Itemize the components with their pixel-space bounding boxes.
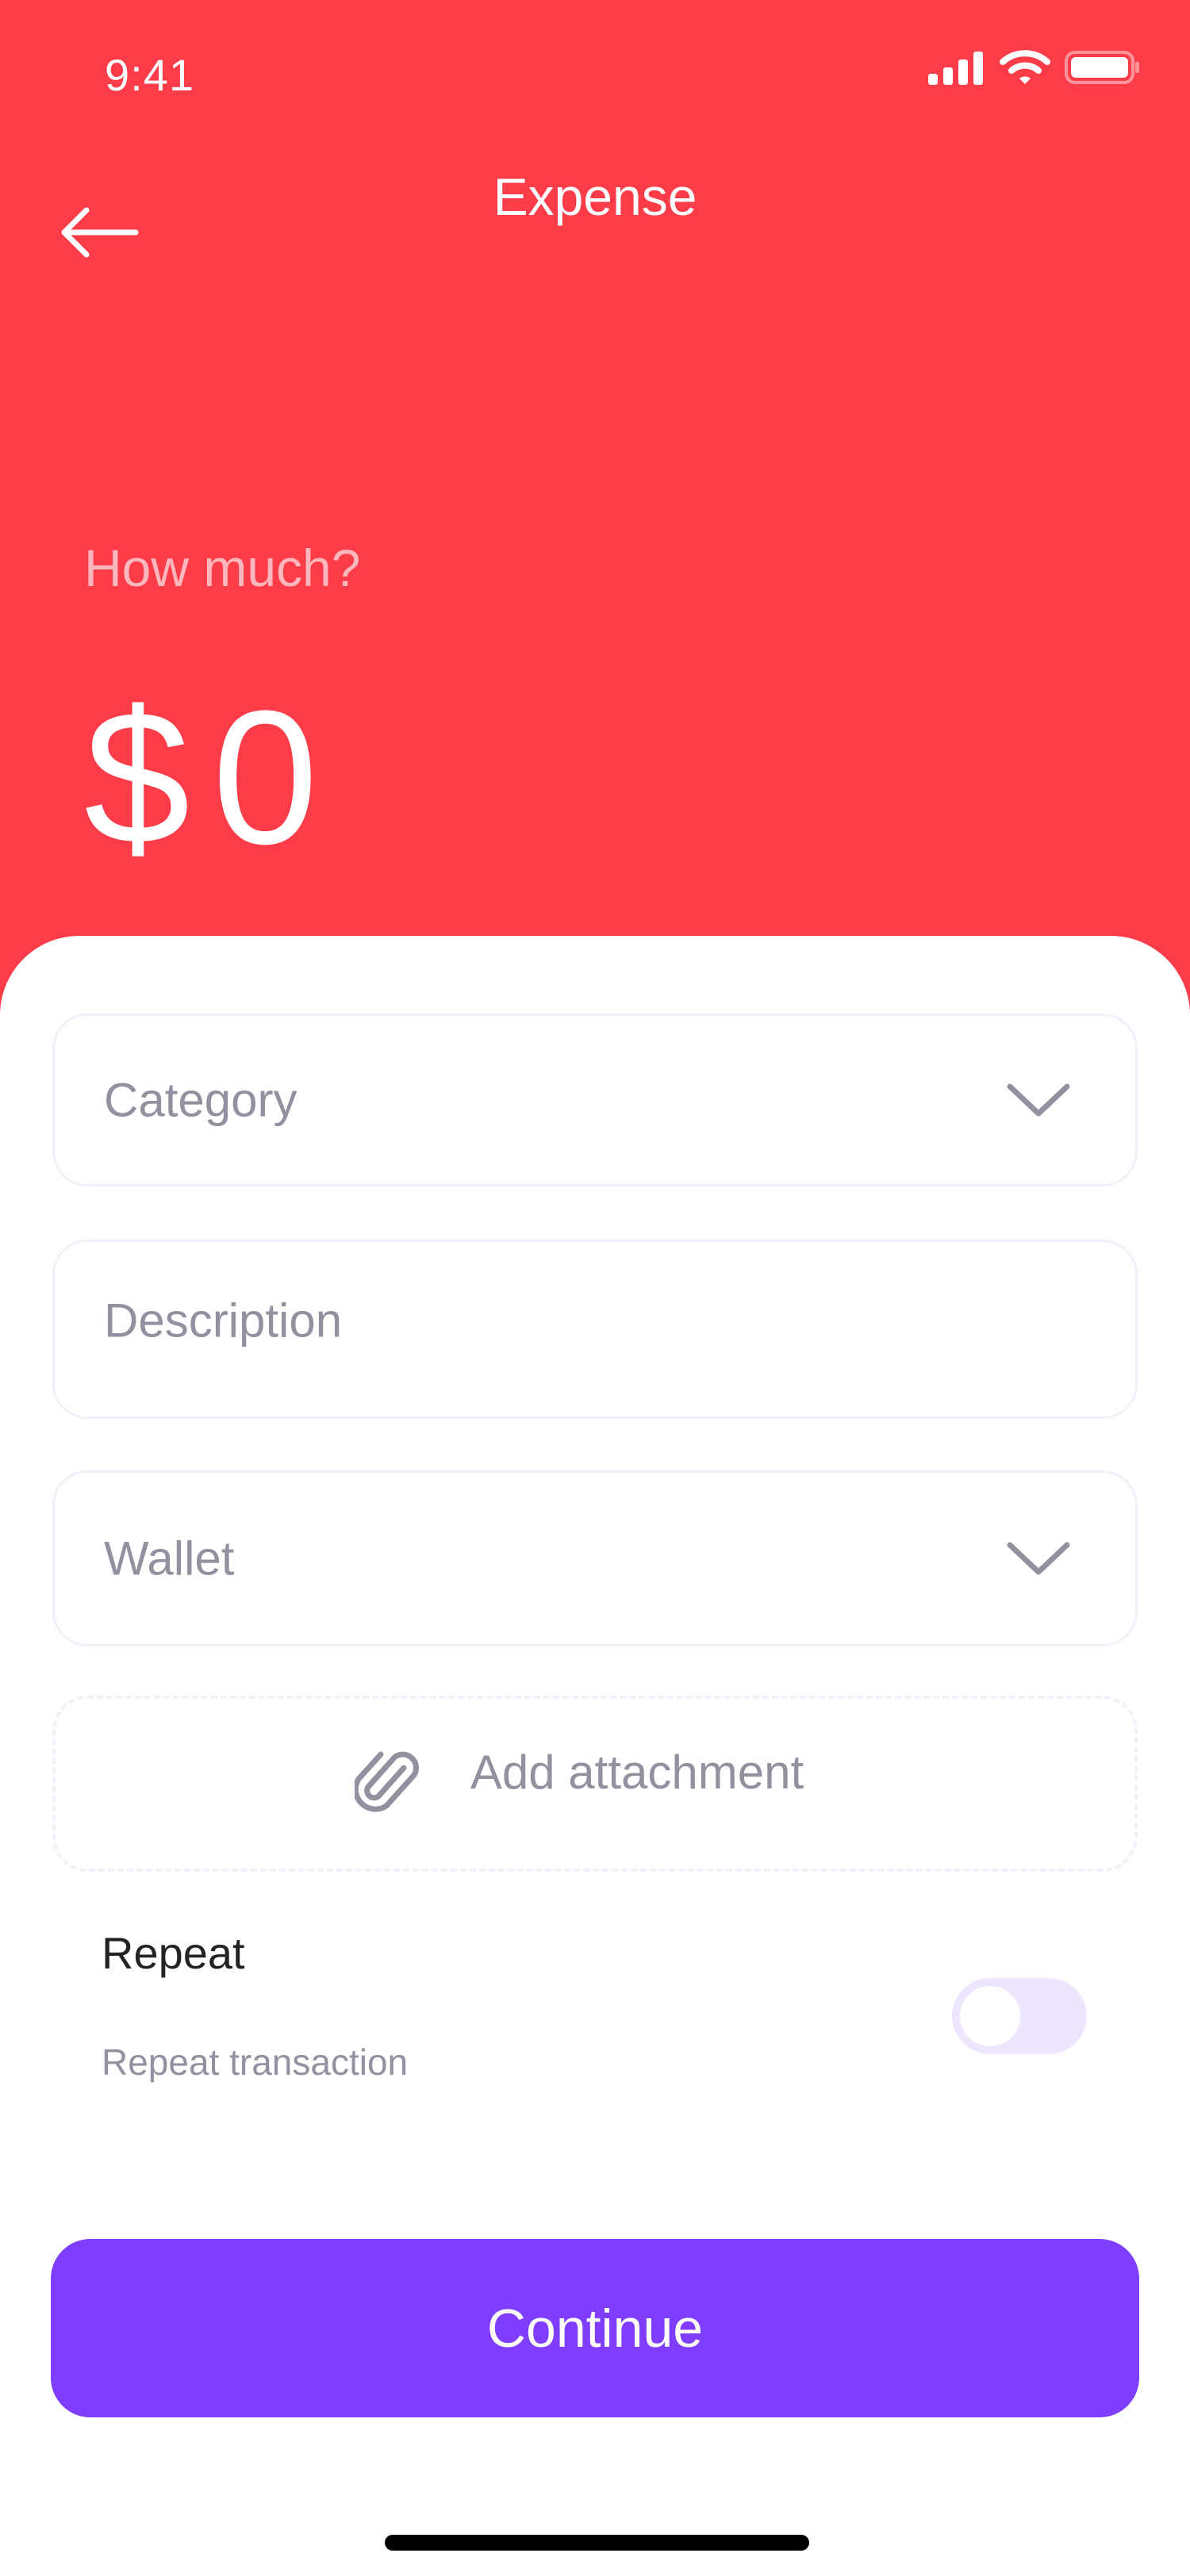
header: Expense <box>0 143 1190 270</box>
status-time: 9:41 <box>105 50 194 100</box>
cellular-signal-icon <box>928 50 985 89</box>
toggle-knob <box>960 1986 1020 2046</box>
paperclip-icon <box>352 1744 423 1824</box>
wallet-select[interactable]: Wallet <box>52 1470 1138 1646</box>
category-placeholder: Category <box>104 1073 298 1127</box>
add-attachment-button[interactable]: Add attachment <box>52 1696 1138 1872</box>
attachment-content: Add attachment <box>352 1744 804 1824</box>
amount-value: 0 <box>212 671 318 884</box>
continue-button[interactable]: Continue <box>51 2239 1139 2417</box>
repeat-title: Repeat <box>102 1928 245 1978</box>
description-placeholder: Description <box>104 1294 343 1347</box>
wallet-placeholder: Wallet <box>104 1531 235 1585</box>
repeat-toggle[interactable] <box>952 1978 1087 2054</box>
add-attachment-label: Add attachment <box>470 1745 804 1799</box>
status-bar: 9:41 <box>0 0 1190 143</box>
battery-icon <box>1065 49 1141 90</box>
repeat-subtitle: Repeat transaction <box>102 2041 409 2083</box>
status-icons <box>928 49 1141 90</box>
amount-label: How much? <box>84 539 361 597</box>
chevron-down-icon <box>1005 1082 1072 1118</box>
description-input[interactable]: Description <box>52 1240 1138 1419</box>
category-select[interactable]: Category <box>52 1014 1138 1186</box>
expense-screen: 9:41 Expense How much? $ 0 Category Desc… <box>0 0 1190 2576</box>
amount-display[interactable]: $ 0 <box>84 682 318 872</box>
chevron-down-icon <box>1005 1540 1072 1577</box>
form-sheet: Category Description Wallet Add attachme… <box>0 936 1190 2576</box>
wifi-icon <box>1000 49 1050 90</box>
currency-symbol: $ <box>84 671 190 884</box>
home-indicator[interactable] <box>385 2535 809 2551</box>
page-title: Expense <box>493 167 697 226</box>
